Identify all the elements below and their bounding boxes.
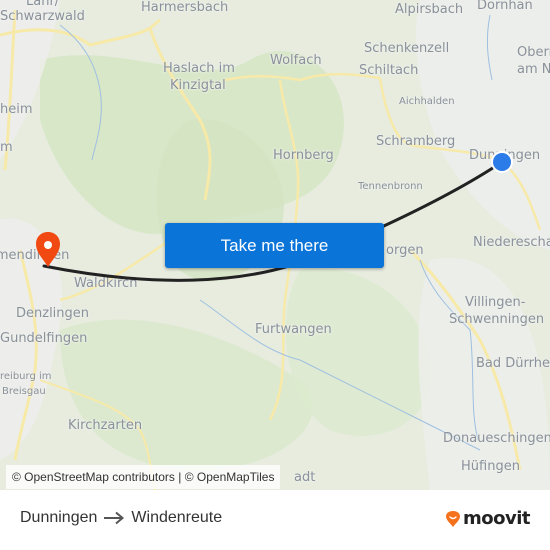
route-summary: Dunningen Windenreute — [20, 509, 222, 527]
moovit-wordmark: moovit — [463, 508, 531, 529]
origin-marker[interactable] — [491, 151, 513, 173]
map-attribution[interactable]: © OpenStreetMap contributors | © OpenMap… — [6, 465, 281, 489]
moovit-pin-icon — [446, 510, 460, 527]
arrow-right-icon — [104, 511, 125, 525]
origin-name: Dunningen — [20, 509, 98, 526]
destination-name: Windenreute — [131, 509, 223, 526]
take-me-there-label: Take me there — [220, 235, 329, 255]
map-canvas[interactable]: Lahr/Schwarzwald Harmersbach Haslach im Kin… — [0, 0, 550, 490]
moovit-logo[interactable]: moovit — [445, 508, 531, 529]
destination-marker[interactable] — [36, 232, 60, 267]
take-me-there-button[interactable]: Take me there — [165, 223, 384, 268]
